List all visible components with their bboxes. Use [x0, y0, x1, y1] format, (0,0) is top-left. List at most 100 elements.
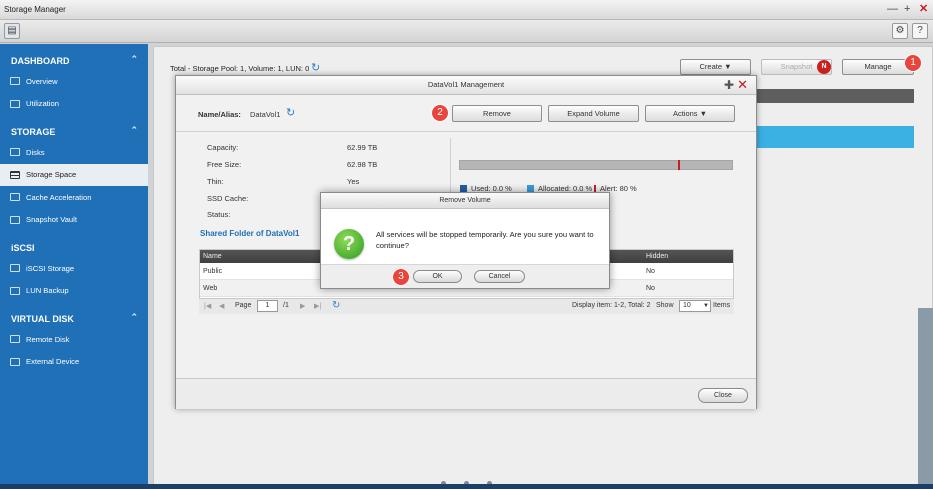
- taskbar: [0, 484, 933, 489]
- window-title: Storage Manager: [4, 5, 66, 14]
- page-label: Page: [235, 302, 252, 309]
- section-label: DASHBOARD: [11, 56, 70, 66]
- table-header-band: [756, 89, 914, 103]
- sidebar-item-label: Disks: [26, 147, 45, 157]
- page-size-value: 10: [683, 302, 691, 309]
- sidebar-item-cache-acceleration[interactable]: Cache Acceleration: [0, 186, 148, 209]
- actions-button[interactable]: Actions ▼: [645, 105, 735, 122]
- close-icon[interactable]: ✕: [737, 77, 748, 93]
- section-label: VIRTUAL DISK: [11, 314, 74, 324]
- step-marker-2: 2: [432, 105, 448, 121]
- chevron-up-icon[interactable]: ⌃: [130, 125, 138, 136]
- step-marker-1: 1: [905, 55, 921, 71]
- first-page-icon[interactable]: |◀: [204, 302, 211, 310]
- allocated-swatch: [527, 185, 534, 192]
- side-panel-fragment: [918, 308, 933, 484]
- selected-row-highlight[interactable]: [756, 126, 914, 148]
- items-label: Items: [713, 302, 731, 309]
- expand-icon[interactable]: ✚: [724, 78, 734, 92]
- remote-disk-icon: [10, 335, 20, 344]
- shared-folder-title: Shared Folder of DataVol1: [200, 229, 300, 238]
- sidebar-item-overview[interactable]: Overview: [0, 70, 148, 93]
- free-size-label: Free Size:: [207, 160, 242, 169]
- sidebar-item-label: External Device: [26, 357, 80, 367]
- ssd-cache-label: SSD Cache:: [207, 194, 249, 203]
- alert-threshold-marker: [677, 160, 680, 170]
- sidebar-item-external-device[interactable]: External Device: [0, 351, 148, 374]
- sidebar-item-label: Overview: [26, 76, 58, 86]
- name-label: Name/Alias:: [198, 110, 241, 119]
- question-icon: ?: [334, 229, 364, 259]
- cancel-button[interactable]: Cancel: [474, 270, 525, 283]
- thin-label: Thin:: [207, 177, 224, 186]
- last-page-icon[interactable]: ▶|: [314, 302, 321, 310]
- sidebar-section-dashboard[interactable]: DASHBOARD ⌃: [0, 44, 148, 70]
- table-pager: |◀ ◀ Page 1 /1 ▶ ▶| ↻ Display item: 1-2,…: [199, 298, 734, 314]
- sidebar: DASHBOARD ⌃ Overview Utilization STORAGE ⌃…: [0, 44, 148, 489]
- status-label: Status:: [207, 210, 231, 219]
- section-label: STORAGE: [11, 127, 56, 137]
- sidebar-section-virtual-disk[interactable]: VIRTUAL DISK ⌃: [0, 302, 148, 328]
- sidebar-item-utilization[interactable]: Utilization: [0, 93, 148, 116]
- section-label: iSCSI: [11, 243, 35, 253]
- help-button[interactable]: ?: [912, 23, 928, 39]
- close-icon[interactable]: ✕: [919, 3, 928, 15]
- chevron-up-icon[interactable]: ⌃: [130, 312, 138, 323]
- column-header-hidden: Hidden: [646, 253, 669, 260]
- used-swatch: [460, 185, 467, 192]
- cell-hidden: No: [646, 268, 655, 275]
- sidebar-section-storage[interactable]: STORAGE ⌃: [0, 115, 148, 141]
- gear-icon[interactable]: ⚙: [892, 23, 908, 39]
- iscsi-storage-icon: [10, 264, 20, 273]
- create-button[interactable]: Create ▼: [680, 59, 751, 75]
- close-button[interactable]: Close: [698, 388, 748, 403]
- thin-value: Yes: [347, 177, 360, 186]
- sidebar-item-storage-space[interactable]: Storage Space: [0, 163, 148, 186]
- manage-button[interactable]: Manage: [842, 59, 914, 75]
- capacity-value: 62.99 TB: [347, 143, 378, 152]
- next-page-icon[interactable]: ▶: [300, 302, 305, 310]
- refresh-icon[interactable]: ↻: [286, 106, 295, 119]
- refresh-icon[interactable]: ↻: [332, 300, 340, 311]
- create-label: Create: [699, 62, 722, 71]
- capacity-label: Capacity:: [207, 143, 239, 152]
- chevron-up-icon[interactable]: ⌃: [130, 54, 138, 65]
- page-size-select[interactable]: 10 ▼: [679, 300, 711, 312]
- page-input[interactable]: 1: [257, 300, 278, 312]
- overview-icon: [10, 77, 20, 86]
- disk-icon: [10, 148, 20, 157]
- sidebar-item-snapshot-vault[interactable]: Snapshot Vault: [0, 209, 148, 232]
- ok-button[interactable]: OK: [413, 270, 462, 283]
- confirm-message: All services will be stopped temporarily…: [376, 230, 594, 250]
- chevron-down-icon: ▼: [703, 303, 709, 309]
- app-toolbar: ▤ ⚙ ?: [0, 20, 933, 43]
- sidebar-item-label: iSCSI Storage: [26, 263, 75, 273]
- free-size-value: 62.98 TB: [347, 160, 378, 169]
- sidebar-item-disks[interactable]: Disks: [0, 141, 148, 164]
- sidebar-item-label: Utilization: [26, 99, 59, 109]
- sidebar-section-iscsi[interactable]: iSCSI: [0, 231, 148, 257]
- cache-icon: [10, 193, 20, 202]
- remove-button[interactable]: Remove: [452, 105, 542, 122]
- cell-name: Public: [203, 268, 223, 275]
- show-label: Show: [656, 302, 674, 309]
- confirm-dialog-title: Remove Volume: [321, 193, 609, 209]
- window-titlebar: Storage Manager — + ✕: [0, 0, 933, 20]
- cell-name: Web: [203, 285, 218, 292]
- sidebar-item-label: Remote Disk: [26, 334, 70, 344]
- refresh-icon[interactable]: ↻: [311, 61, 320, 74]
- sidebar-item-iscsi-storage[interactable]: iSCSI Storage: [0, 257, 148, 280]
- sidebar-item-lun-backup[interactable]: LUN Backup: [0, 280, 148, 303]
- external-device-icon: [10, 357, 20, 366]
- expand-volume-button[interactable]: Expand Volume: [548, 105, 639, 122]
- prev-page-icon[interactable]: ◀: [219, 302, 224, 310]
- actions-label: Actions: [672, 109, 698, 118]
- sidebar-item-remote-disk[interactable]: Remote Disk: [0, 328, 148, 351]
- menu-toggle-icon[interactable]: ▤: [4, 23, 20, 39]
- sidebar-item-label: Cache Acceleration: [26, 192, 92, 202]
- dialog-title: DataVol1 Management: [176, 76, 756, 95]
- minimize-icon[interactable]: —: [887, 3, 898, 15]
- maximize-icon[interactable]: +: [904, 3, 910, 15]
- storage-summary: Total - Storage Pool: 1, Volume: 1, LUN:…: [170, 64, 310, 73]
- sidebar-item-label: Snapshot Vault: [26, 215, 77, 225]
